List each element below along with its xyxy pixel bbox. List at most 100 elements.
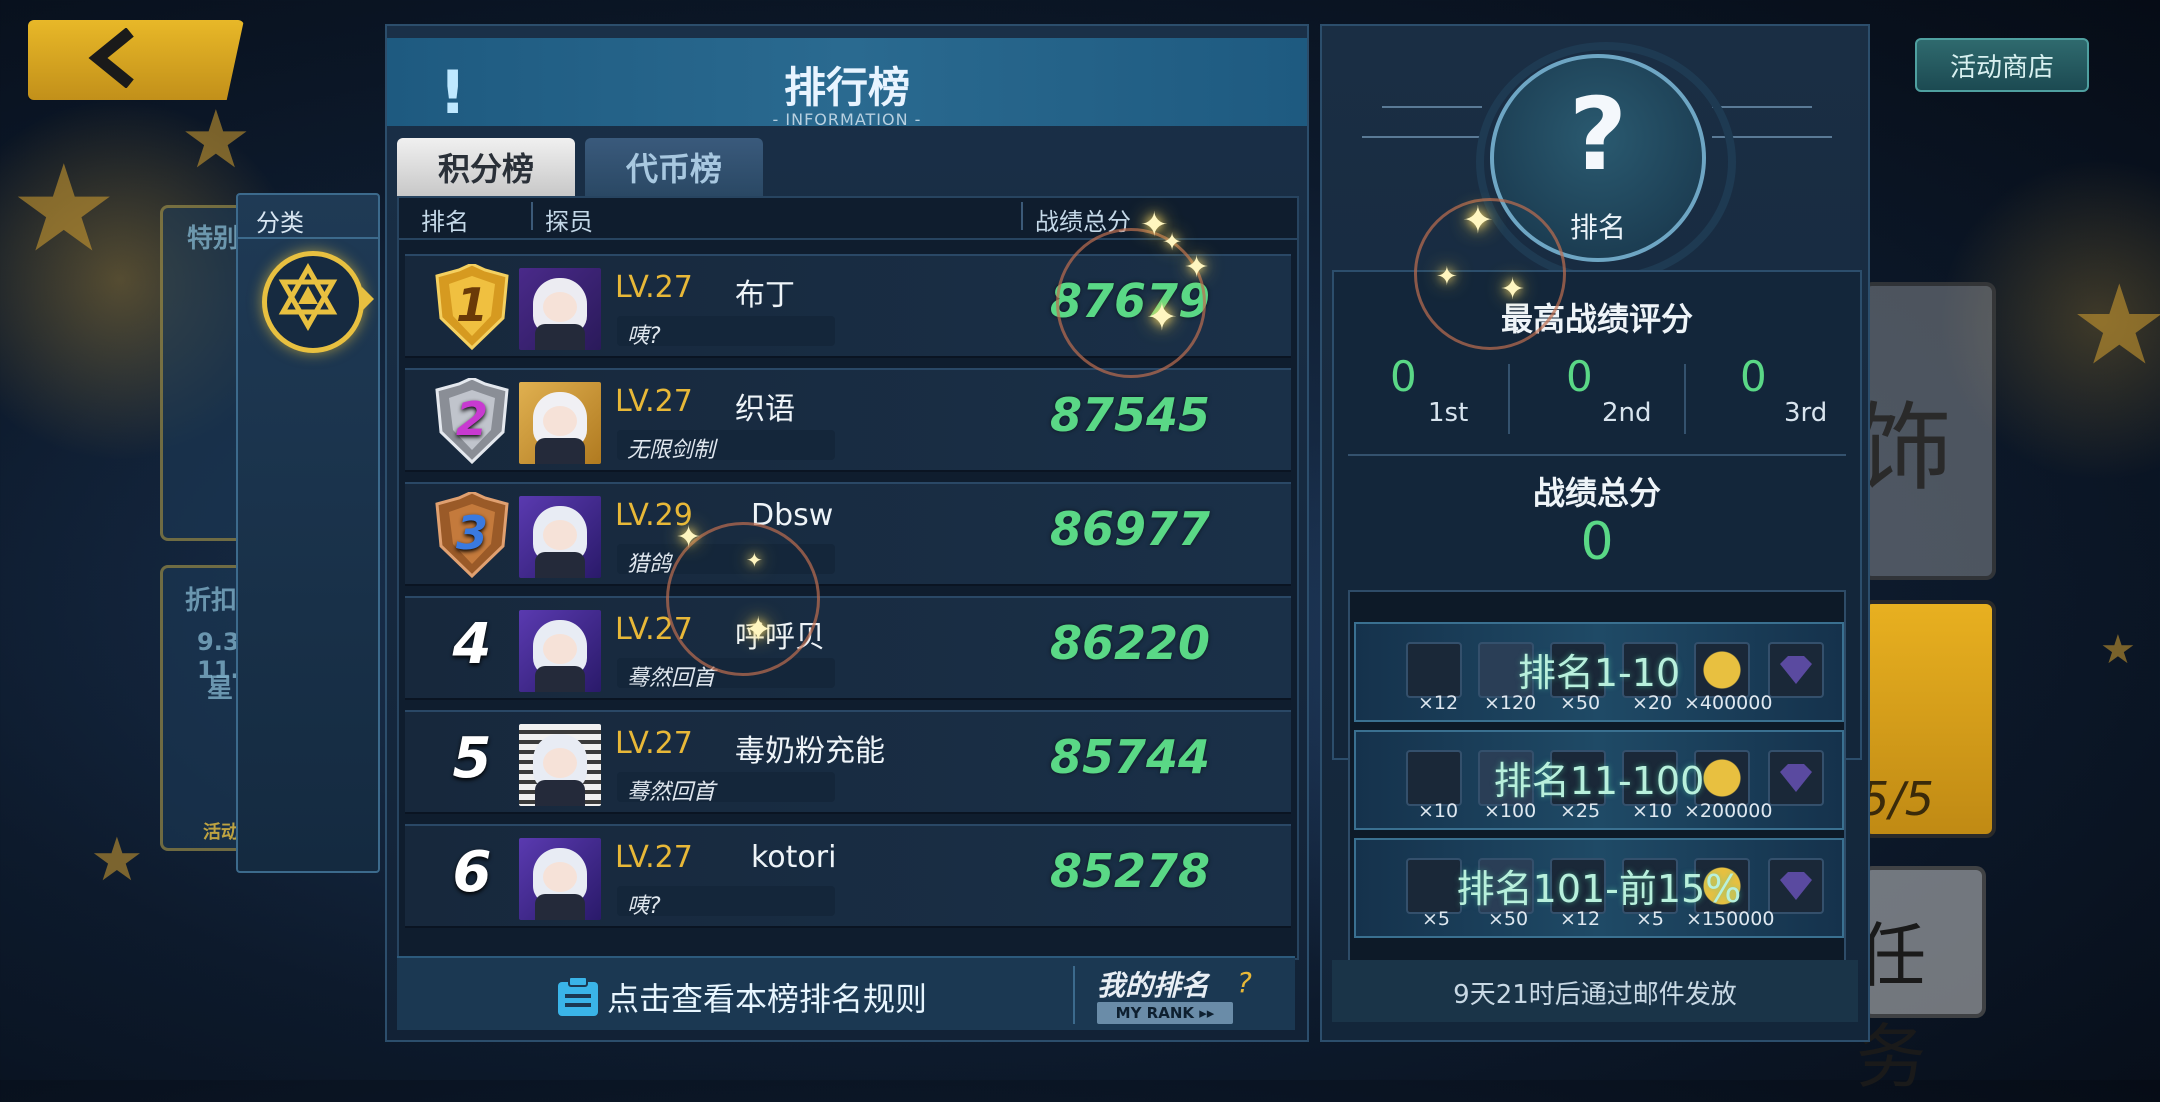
help-icon[interactable]: ? <box>1237 966 1252 999</box>
rank-number: 5 <box>452 726 492 791</box>
mail-delivery-bar: 9天21时后通过邮件发放 <box>1332 960 1858 1022</box>
second-place-label: 2nd <box>1602 398 1652 428</box>
rank-number: 4 <box>452 612 492 677</box>
item-quantity: ×120 <box>1484 692 1537 714</box>
selected-indicator-icon <box>362 287 374 311</box>
back-button[interactable] <box>28 20 244 100</box>
decoration-line <box>1712 106 1812 108</box>
category-all-button[interactable] <box>262 251 364 353</box>
unknown-rank-icon: ? <box>1568 76 1627 193</box>
ranking-row[interactable]: 3 LV.29 Dbsw 猎鸽 86977 <box>405 482 1291 586</box>
ranking-rules-link[interactable]: 点击查看本榜排名规则 <box>607 974 927 1020</box>
event-card-tag: 折扣 <box>185 586 238 616</box>
reward-tier[interactable]: 排名101-前15% ×5 ×50 ×12 ×5 ×150000 <box>1354 838 1844 938</box>
player-level: LV.27 <box>615 840 693 875</box>
decoration-line <box>1362 136 1482 138</box>
divider <box>531 202 533 230</box>
activity-shop-button[interactable]: 活动商店 <box>1915 38 2089 92</box>
tab-tokens[interactable]: 代币榜 <box>585 138 763 196</box>
sparkle-icon: ✦ <box>1162 228 1183 256</box>
item-quantity: ×50 <box>1488 908 1529 930</box>
column-header-player: 探员 <box>545 208 593 236</box>
item-quantity: ×100 <box>1484 800 1537 822</box>
player-avatar[interactable] <box>519 268 601 350</box>
third-place-count: 0 <box>1740 352 1767 401</box>
player-avatar[interactable] <box>519 724 601 806</box>
divider <box>238 237 378 239</box>
column-header-rank: 排名 <box>421 208 469 236</box>
reward-tier-title: 排名101-前15% <box>1456 867 1742 911</box>
player-motto: 无限剑制 <box>627 438 716 463</box>
item-quantity: ×12 <box>1418 692 1459 714</box>
sparkle-icon: ✦ <box>1436 262 1458 292</box>
background-card: 任务 <box>1856 866 1986 1098</box>
item-quantity: ×10 <box>1632 800 1673 822</box>
first-place-label: 1st <box>1428 398 1469 428</box>
background-card-progress: 5/5 <box>1860 772 1935 826</box>
my-stats-box: 最高战绩评分 0 1st 0 2nd 0 3rd 战绩总分 0 排名1-10 ×… <box>1332 270 1862 970</box>
star-decoration-icon: ★ <box>10 140 118 279</box>
event-card-text: 星 <box>207 674 234 704</box>
reward-list: 排名1-10 ×12 ×120 ×50 ×20 ×400000 排名11-100… <box>1348 590 1846 970</box>
ranking-row[interactable]: 5 LV.27 毒奶粉充能 蓦然回首 85744 <box>405 710 1291 814</box>
sparkle-icon: ✦ <box>1462 198 1494 242</box>
rank-number: 2 <box>455 392 488 446</box>
player-avatar[interactable] <box>519 496 601 578</box>
divider <box>1508 364 1510 434</box>
ranking-row[interactable]: 4 LV.27 呼呼贝 蓦然回首 86220 <box>405 596 1291 700</box>
leaderboard-title: 排行榜 <box>783 63 910 112</box>
player-score: 85744 <box>1049 730 1211 784</box>
clipboard-icon[interactable] <box>555 976 601 1018</box>
player-level: LV.27 <box>615 270 693 305</box>
sparkle-icon: ✦ <box>1146 295 1178 339</box>
player-avatar[interactable] <box>519 838 601 920</box>
second-place-count: 0 <box>1566 352 1593 401</box>
reward-tier-title: 排名1-10 <box>1517 651 1681 695</box>
ranking-row[interactable]: 6 LV.27 kotori 咦? 85278 <box>405 824 1291 928</box>
item-quantity: ×25 <box>1560 800 1601 822</box>
item-quantity: ×200000 <box>1684 800 1773 822</box>
player-name: 毒奶粉充能 <box>735 734 885 769</box>
ranking-row[interactable]: 2 LV.27 织语 无限剑制 87545 <box>405 368 1291 472</box>
my-rank-panel: ? 排名 最高战绩评分 0 1st 0 2nd 0 3rd 战绩总分 0 排名1… <box>1320 24 1870 1042</box>
leaderboard-subtitle: - INFORMATION - <box>772 110 922 129</box>
sparkle-icon: ✦ <box>1500 272 1526 307</box>
first-place-count: 0 <box>1390 352 1417 401</box>
reward-tier[interactable]: 排名11-100 ×10 ×100 ×25 ×10 ×200000 <box>1354 730 1844 830</box>
item-quantity: ×400000 <box>1684 692 1773 714</box>
star-decoration-icon: ★ <box>90 825 144 895</box>
reward-tier[interactable]: 排名1-10 ×12 ×120 ×50 ×20 ×400000 <box>1354 622 1844 722</box>
hexagram-icon <box>278 262 338 332</box>
third-place-label: 3rd <box>1784 398 1828 428</box>
player-score: 87545 <box>1049 388 1211 442</box>
star-decoration-icon: ★ <box>180 93 252 186</box>
sparkle-icon: ✦ <box>676 520 702 555</box>
category-title: 分类 <box>256 209 304 237</box>
total-score-value: 0 <box>1580 512 1614 572</box>
player-score: 85278 <box>1049 844 1211 898</box>
rank-number: 6 <box>452 840 492 905</box>
category-sidebar: 分类 <box>236 193 380 873</box>
best-score-title: 最高战绩评分 <box>1500 300 1693 338</box>
rank-number: 3 <box>455 506 488 560</box>
decoration-line <box>1382 106 1482 108</box>
leaderboard-panel: ! 排行榜 - INFORMATION - 积分榜 代币榜 排名 探员 战绩总分… <box>385 24 1309 1042</box>
player-avatar[interactable] <box>519 382 601 464</box>
reward-tier-title: 排名11-100 <box>1493 759 1705 803</box>
player-name: kotori <box>751 840 837 875</box>
player-score: 86220 <box>1049 616 1211 670</box>
my-rank-label[interactable]: 我的排名 <box>1097 964 1209 1004</box>
item-quantity: ×5 <box>1636 908 1665 930</box>
player-score: 86977 <box>1049 502 1211 556</box>
player-avatar[interactable] <box>519 610 601 692</box>
player-name: 布丁 <box>735 278 795 313</box>
background-card: 5/5 <box>1860 600 1996 838</box>
background-event-card: 特别 <box>160 205 246 541</box>
total-score-title: 战绩总分 <box>1532 474 1661 512</box>
background-card-text: 饰 <box>1856 392 1952 504</box>
tab-points[interactable]: 积分榜 <box>397 138 575 196</box>
sparkle-icon: ✦ <box>744 610 773 650</box>
player-motto: 咦? <box>627 894 661 919</box>
my-rank-badge[interactable]: MY RANK ▸▸ <box>1097 1002 1233 1024</box>
background-card: 饰 <box>1856 282 1996 580</box>
